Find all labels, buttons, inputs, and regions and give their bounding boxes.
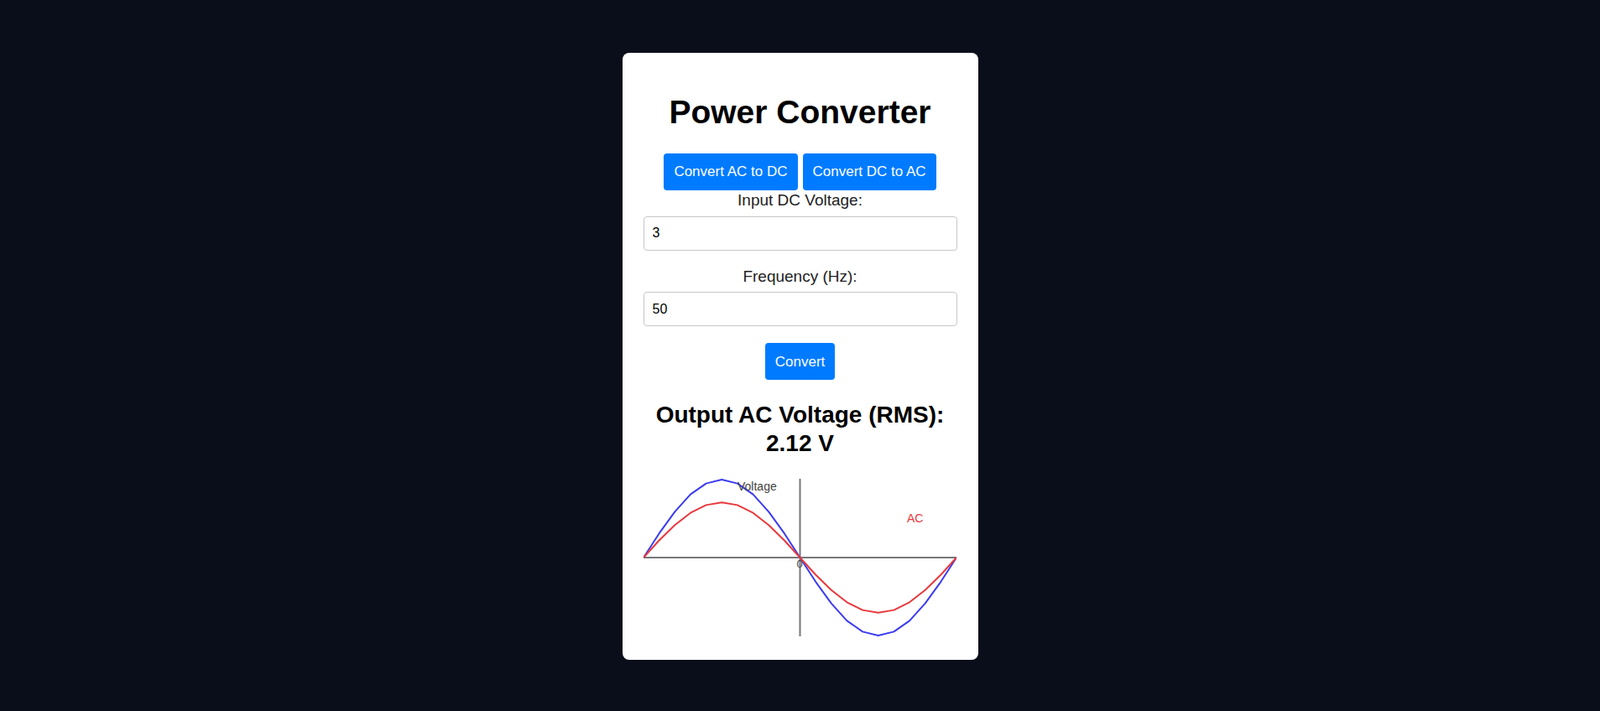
mode-button[interactable]: Convert AC to DC bbox=[663, 153, 798, 191]
field-label: Frequency (Hz): bbox=[742, 267, 857, 287]
origin-label: 0 bbox=[797, 557, 803, 571]
title: Power Converter bbox=[668, 93, 931, 133]
mode-buttons: Convert AC to DCConvert DC to AC bbox=[663, 153, 936, 191]
field: Input DC Voltage: bbox=[643, 191, 958, 251]
field-label: Input DC Voltage: bbox=[737, 191, 863, 211]
fields: Input DC Voltage: Frequency (Hz): bbox=[643, 191, 958, 328]
field: Frequency (Hz): bbox=[643, 267, 958, 328]
page: Power Converter Convert AC to DCConvert … bbox=[0, 0, 1600, 711]
mode-button[interactable]: Convert DC to AC bbox=[802, 153, 937, 191]
series-line bbox=[643, 502, 957, 613]
output-label: Output AC Voltage (RMS): bbox=[656, 401, 945, 430]
legend-label: AC bbox=[906, 511, 923, 526]
field-input[interactable] bbox=[643, 216, 958, 251]
field-input[interactable] bbox=[643, 291, 958, 327]
convert-button[interactable]: Convert bbox=[765, 343, 836, 381]
converter-card: Power Converter Convert AC to DCConvert … bbox=[622, 52, 979, 661]
y-axis-label: Voltage bbox=[737, 479, 777, 494]
output: Output AC Voltage (RMS):2.12 V bbox=[656, 401, 945, 458]
series-line bbox=[643, 479, 957, 636]
output-value: 2.12 V bbox=[656, 429, 945, 459]
chart-svg: AC Voltage 0 bbox=[643, 479, 957, 637]
chart: AC Voltage 0 bbox=[643, 479, 957, 637]
